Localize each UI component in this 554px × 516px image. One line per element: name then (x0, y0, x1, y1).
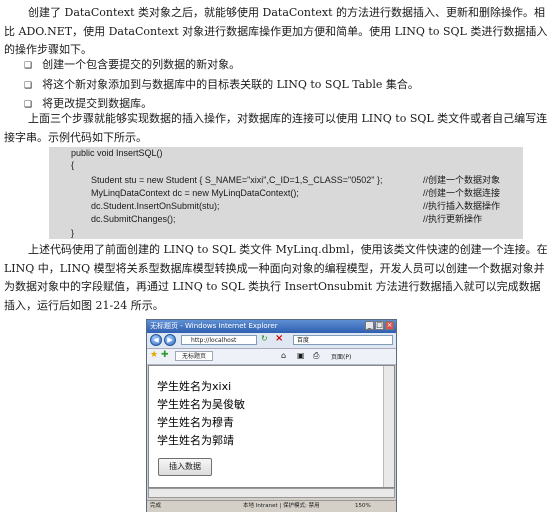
step-item: 创建一个包含要提交的列数据的新对象。 (24, 56, 419, 76)
code-comment: //创建一个数据对象 (423, 175, 501, 185)
student-name: 学生姓名为吴俊敏 (157, 398, 245, 411)
ie-window: 无标题页 - Windows Internet Explorer _ □ × ◀… (146, 319, 397, 512)
code-intro-paragraph: 上面三个步骤就能够实现数据的插入操作，对数据库的连接可以使用 LINQ to S… (4, 112, 548, 144)
forward-icon[interactable]: ▶ (164, 334, 176, 346)
code-header: public void InsertSQL() (71, 148, 163, 158)
refresh-icon[interactable]: ↻ (261, 334, 268, 343)
feeds-icon[interactable]: ▣ (297, 351, 305, 360)
step-item: 将这个新对象添加到与数据库中的目标表关联的 LINQ to SQL Table … (24, 76, 419, 96)
window-titlebar: 无标题页 - Windows Internet Explorer _ □ × (147, 320, 396, 333)
add-favorite-icon[interactable]: ✚ (161, 350, 169, 360)
zone-text: 本地 Intranet | 保护模式: 禁用 (243, 503, 320, 509)
code-brace-close: } (71, 228, 75, 238)
zoom-level[interactable]: 150% (355, 501, 371, 512)
code-comment: //创建一个数据连接 (423, 188, 501, 198)
stop-icon[interactable]: × (275, 333, 283, 344)
code-line: dc.SubmitChanges(); (91, 214, 176, 224)
code-comment: //执行插入数据操作 (423, 201, 501, 211)
code-line: MyLinqDataContext dc = new MyLinqDataCon… (91, 188, 299, 198)
favorites-star-icon[interactable]: ★ (150, 350, 158, 360)
home-icon[interactable]: ⌂ (281, 351, 286, 360)
explanation-paragraph: 上述代码使用了前面创建的 LINQ to SQL 类文件 MyLinq.dbml… (4, 243, 548, 312)
document-page: 创建了 DataContext 类对象之后，就能够使用 DataContext … (0, 0, 554, 516)
student-name: 学生姓名为xixi (157, 380, 232, 393)
code-brace-open: { (71, 160, 75, 170)
code-block: public void InsertSQL() { Student stu = … (49, 147, 523, 239)
insert-data-button[interactable]: 插入数据 (158, 458, 212, 476)
favorites-row: ★ ✚ 无标题页 ⌂ ▣ ⎙ 页面(P) (147, 349, 396, 365)
back-icon[interactable]: ◀ (150, 334, 162, 346)
print-icon[interactable]: ⎙ (313, 351, 319, 361)
maximize-icon[interactable]: □ (375, 321, 384, 330)
address-bar[interactable]: http://localhost (181, 335, 257, 345)
page-content: 学生姓名为xixi 学生姓名为吴俊敏 学生姓名为穆青 学生姓名为郭靖 插入数据 (148, 365, 395, 488)
minimize-icon[interactable]: _ (365, 321, 374, 330)
tab-page[interactable]: 无标题页 (175, 351, 214, 361)
page-menu[interactable]: 页面(P) (331, 352, 351, 361)
search-input[interactable]: 百度 (293, 335, 393, 345)
status-bar: 完成 本地 Intranet | 保护模式: 禁用 150% (147, 500, 396, 512)
intro-paragraph: 创建了 DataContext 类对象之后，就能够使用 DataContext … (4, 6, 548, 56)
code-line: Student stu = new Student { S_NAME="xixi… (91, 175, 383, 185)
student-name: 学生姓名为郭靖 (157, 434, 234, 447)
code-comment: //执行更新操作 (423, 214, 483, 224)
window-title: 无标题页 - Windows Internet Explorer (150, 322, 278, 330)
horizontal-scrollbar[interactable] (148, 488, 395, 498)
code-line: dc.Student.InsertOnSubmit(stu); (91, 201, 220, 211)
status-text: 完成 (150, 503, 162, 509)
address-row: ◀ ▶ http://localhost ↻ × 百度 (147, 333, 396, 349)
close-icon[interactable]: × (385, 321, 394, 330)
student-name: 学生姓名为穆青 (157, 416, 234, 429)
vertical-scrollbar[interactable] (383, 366, 394, 487)
steps-list: 创建一个包含要提交的列数据的新对象。 将这个新对象添加到与数据库中的目标表关联的… (24, 56, 419, 115)
